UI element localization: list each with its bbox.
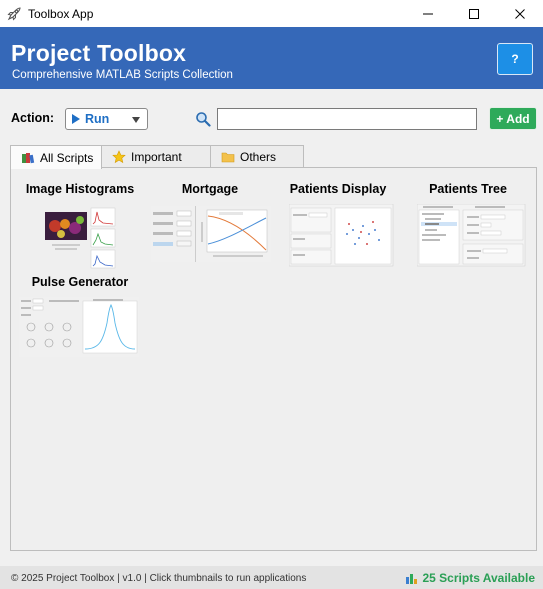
image-histograms-thumbnail[interactable] xyxy=(25,204,135,276)
close-icon xyxy=(515,8,525,19)
minimize-button[interactable] xyxy=(405,0,451,27)
close-button[interactable] xyxy=(497,0,543,27)
tab-label: Important xyxy=(131,150,182,164)
action-dropdown-value: Run xyxy=(85,112,110,126)
page-title: Project Toolbox xyxy=(11,40,187,66)
header-banner: Project Toolbox Comprehensive MATLAB Scr… xyxy=(0,27,543,89)
bar-chart-icon xyxy=(405,572,418,584)
page-subtitle: Comprehensive MATLAB Scripts Collection xyxy=(12,69,233,81)
tab-others[interactable]: Others xyxy=(210,145,304,168)
maximize-button[interactable] xyxy=(451,0,497,27)
script-title: Pulse Generator xyxy=(31,275,129,289)
patients-tree-thumbnail[interactable] xyxy=(417,204,527,268)
window-titlebar: Toolbox App xyxy=(0,0,543,27)
rocket-icon xyxy=(6,6,22,22)
tab-label: Others xyxy=(240,150,277,164)
script-title: Patients Tree xyxy=(429,182,507,196)
tab-important[interactable]: Important xyxy=(101,145,211,168)
script-count: 25 Scripts Available xyxy=(405,571,536,585)
minimize-icon xyxy=(423,13,433,14)
pulse-generator-thumbnail[interactable] xyxy=(19,297,139,357)
maximize-icon xyxy=(469,8,479,19)
help-button[interactable]: ? xyxy=(497,43,533,75)
folder-icon xyxy=(221,150,235,164)
search-input[interactable] xyxy=(217,108,477,130)
tab-all-scripts[interactable]: All Scripts xyxy=(10,145,102,169)
patients-display-thumbnail[interactable] xyxy=(289,204,399,268)
books-icon xyxy=(21,151,35,165)
footer-text: © 2025 Project Toolbox | v1.0 | Click th… xyxy=(11,573,307,584)
script-count-label: 25 Scripts Available xyxy=(422,571,536,585)
status-bar: © 2025 Project Toolbox | v1.0 | Click th… xyxy=(0,566,543,589)
chevron-down-icon xyxy=(132,117,140,123)
scripts-panel: Image Histograms Mortgage Patients Displ… xyxy=(10,167,537,551)
script-title: Image Histograms xyxy=(25,182,135,196)
tab-label: All Scripts xyxy=(40,150,94,165)
play-icon xyxy=(72,114,80,124)
star-icon xyxy=(112,150,126,164)
window-title: Toolbox App xyxy=(28,6,94,21)
add-button[interactable]: + Add xyxy=(489,107,537,130)
mortgage-thumbnail[interactable] xyxy=(151,204,271,264)
action-label: Action: xyxy=(11,111,55,125)
search-icon xyxy=(195,111,211,127)
action-dropdown[interactable]: Run xyxy=(65,108,148,130)
script-title: Mortgage xyxy=(181,182,239,196)
script-title: Patients Display xyxy=(289,182,387,196)
